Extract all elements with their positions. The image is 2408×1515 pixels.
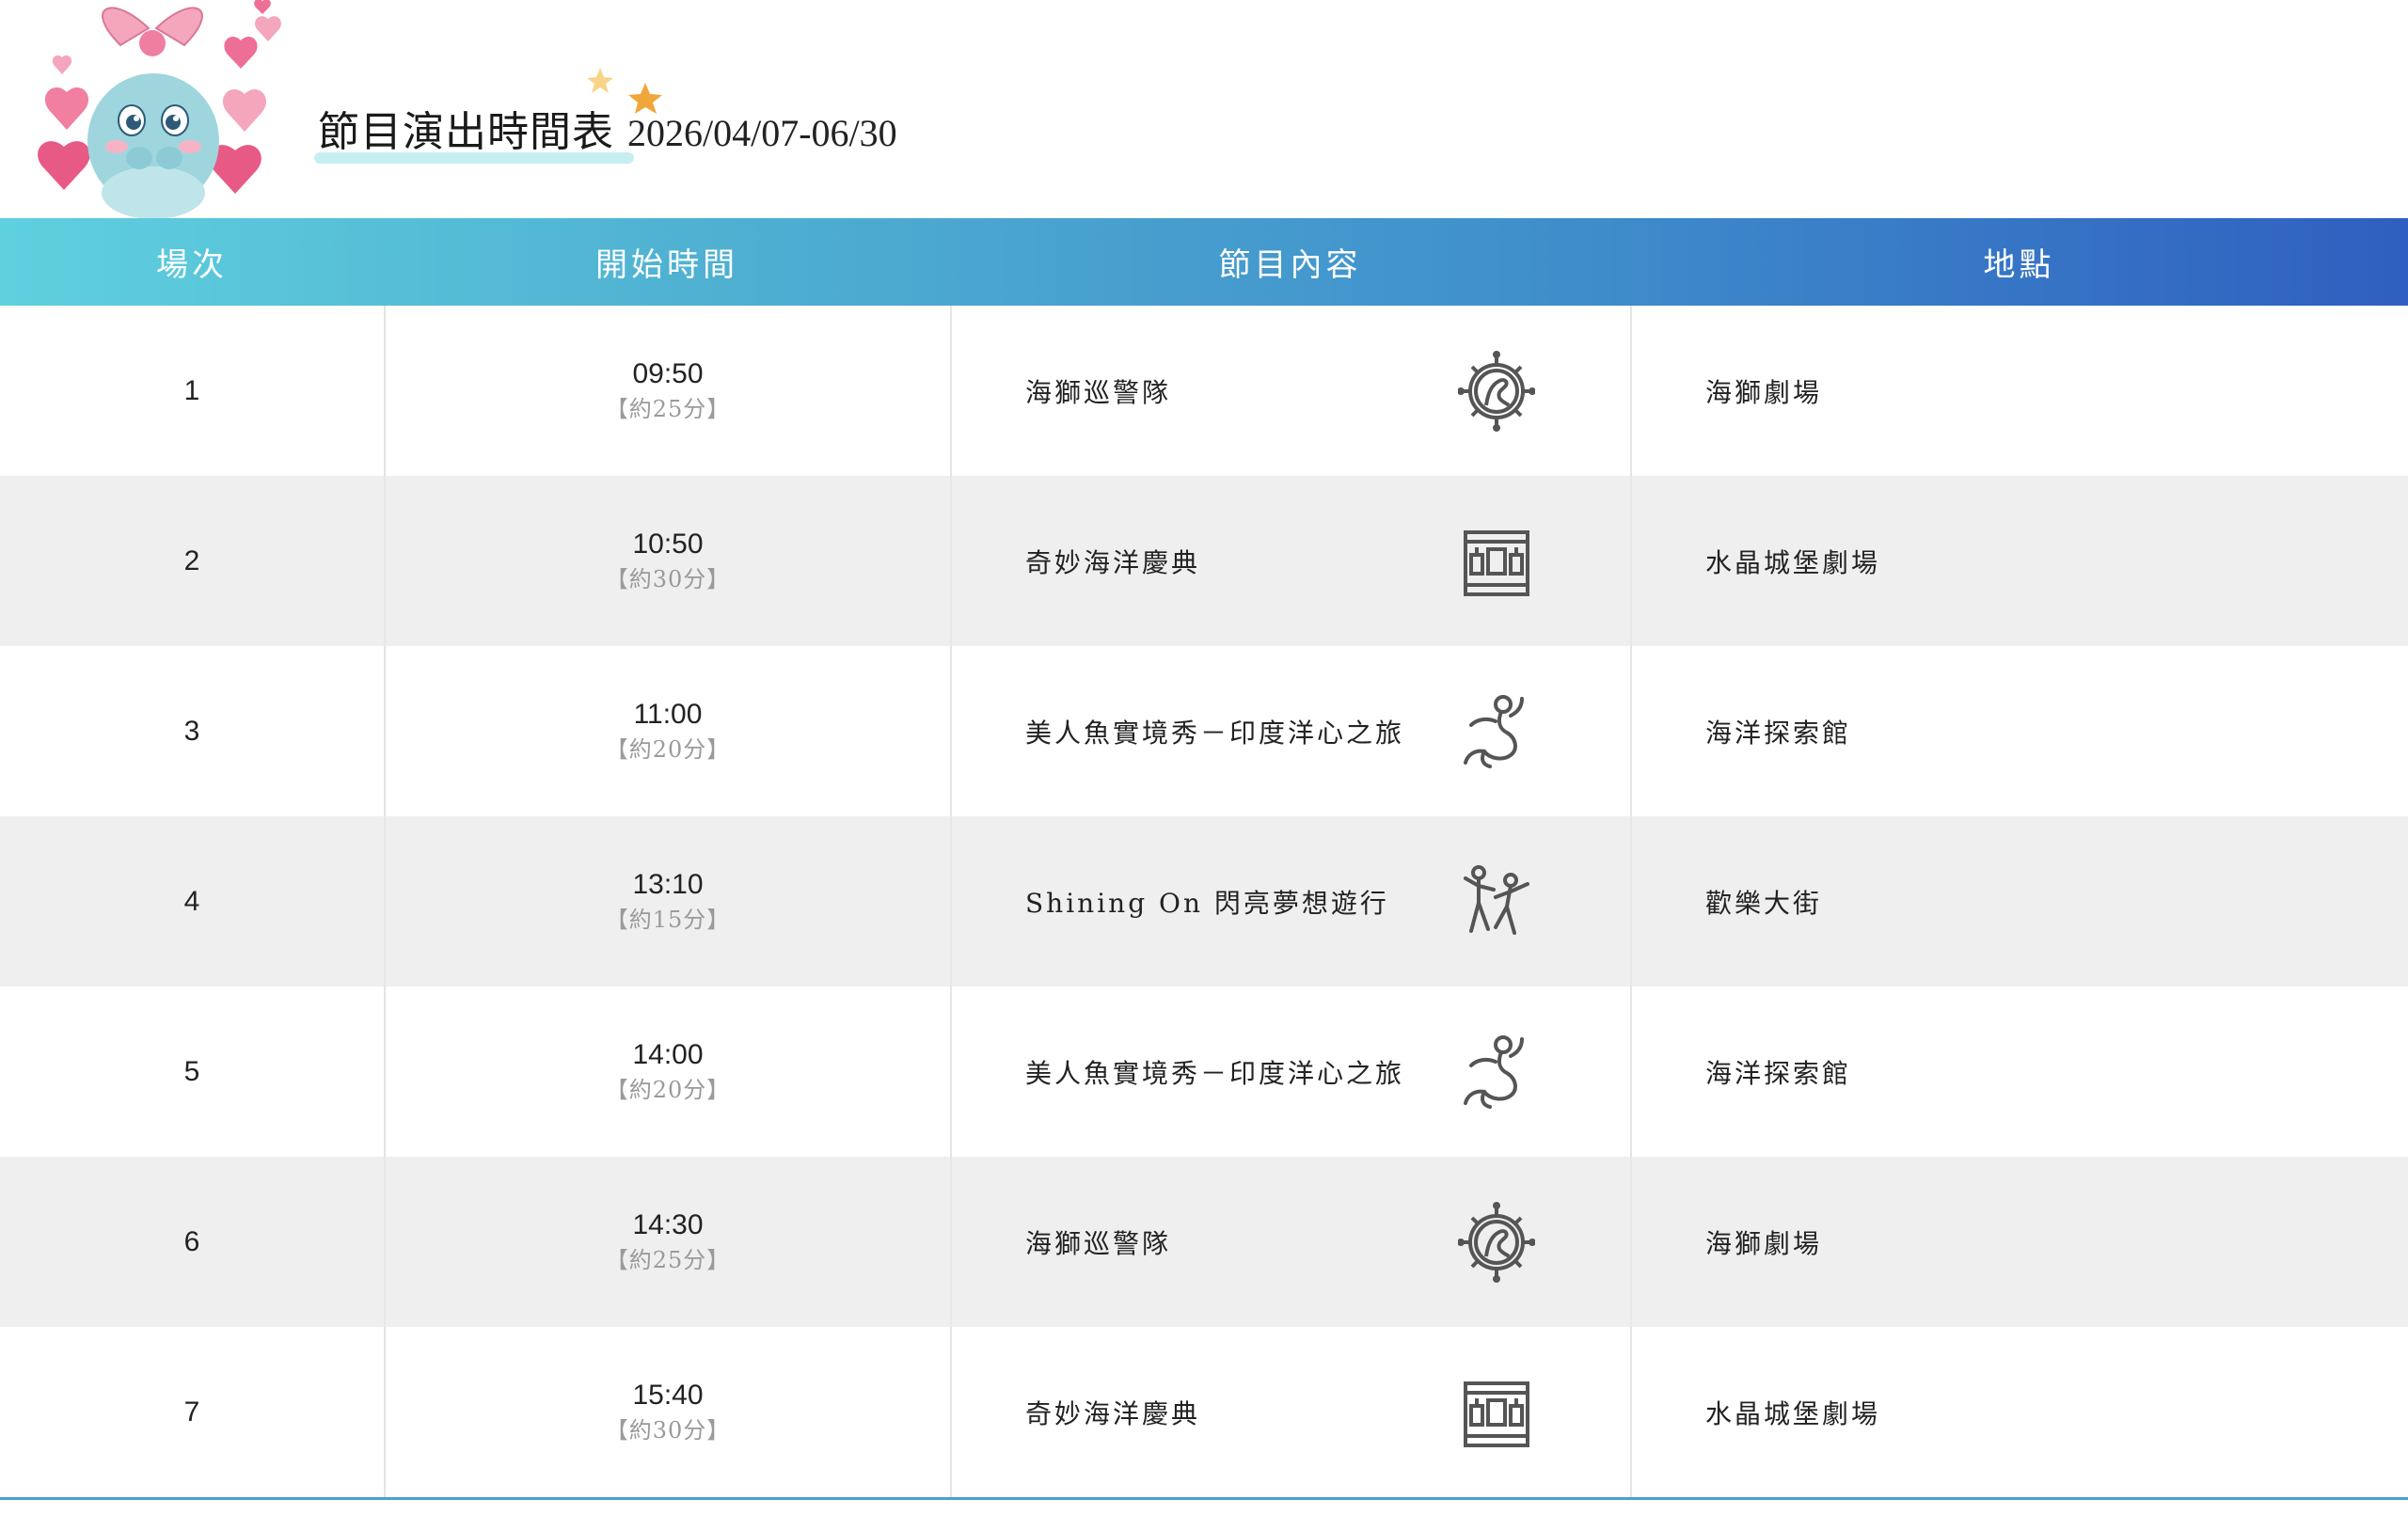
location: 海獅劇場 xyxy=(1630,1157,2408,1327)
session-number: 5 xyxy=(183,1055,200,1087)
table-row: 1 09:50 【約25分】 海獅巡警隊 海獅劇場 xyxy=(0,306,2408,476)
duration: 【約30分】 xyxy=(605,565,731,592)
session-number: 2 xyxy=(183,544,200,576)
program-cell: 美人魚實境秀－印度洋心之旅 xyxy=(950,986,1630,1157)
title-block: 節目演出時間表 2026/04/07-06/30 xyxy=(314,98,897,164)
column-header-session: 場次 xyxy=(156,246,228,284)
session-number: 4 xyxy=(183,885,200,917)
duration: 【約30分】 xyxy=(605,1416,731,1444)
program-cell: 美人魚實境秀－印度洋心之旅 xyxy=(950,646,1630,816)
duration: 【約25分】 xyxy=(605,1246,731,1273)
program-cell: 海獅巡警隊 xyxy=(950,1157,1630,1327)
session-number: 3 xyxy=(183,715,200,747)
table-row: 5 14:00 【約20分】 美人魚實境秀－印度洋心之旅 海洋探索館 xyxy=(0,986,2408,1157)
program-name: 海獅巡警隊 xyxy=(1025,376,1172,408)
program-name: 奇妙海洋慶典 xyxy=(1025,546,1201,578)
date-range: 2026/04/07-06/30 xyxy=(627,112,897,154)
duration: 【約15分】 xyxy=(605,906,731,933)
program-name: 美人魚實境秀－印度洋心之旅 xyxy=(1025,717,1405,749)
mascot-illustration xyxy=(38,0,281,218)
table-row: 4 13:10 【約15分】 Shining On 閃亮夢想遊行 歡樂大街 xyxy=(0,816,2408,986)
page-header: 節目演出時間表 2026/04/07-06/30 xyxy=(0,0,2408,218)
sea-lion-wheel-icon xyxy=(1458,1201,1535,1283)
castle-stage-icon xyxy=(1464,529,1529,596)
start-time-cell: 14:30 【約25分】 xyxy=(384,1157,950,1327)
session-number: 1 xyxy=(183,374,200,406)
location: 海洋探索館 xyxy=(1630,986,2408,1157)
program-cell: 海獅巡警隊 xyxy=(950,306,1630,476)
location: 海獅劇場 xyxy=(1630,306,2408,476)
schedule-table: 場次 開始時間 節目內容 地點 1 09:50 【約25分】 海獅巡警隊 海獅劇… xyxy=(0,218,2408,1500)
location: 歡樂大街 xyxy=(1630,816,2408,986)
mermaid-icon xyxy=(1464,1034,1524,1109)
column-header-start-time: 開始時間 xyxy=(595,246,738,284)
location: 海洋探索館 xyxy=(1630,646,2408,816)
location: 水晶城堡劇場 xyxy=(1630,476,2408,646)
session-number: 6 xyxy=(183,1225,200,1257)
table-row: 6 14:30 【約25分】 海獅巡警隊 海獅劇場 xyxy=(0,1157,2408,1327)
start-time: 14:30 xyxy=(632,1208,704,1240)
start-time: 14:00 xyxy=(632,1038,704,1070)
program-name: 美人魚實境秀－印度洋心之旅 xyxy=(1025,1057,1405,1089)
start-time-cell: 13:10 【約15分】 xyxy=(384,816,950,986)
table-bottom-border xyxy=(0,1497,2408,1500)
table-row: 3 11:00 【約20分】 美人魚實境秀－印度洋心之旅 海洋探索館 xyxy=(0,646,2408,816)
page-title-text: 節目演出時間表 xyxy=(318,108,614,156)
program-name: 海獅巡警隊 xyxy=(1025,1227,1172,1259)
start-time: 11:00 xyxy=(633,698,703,730)
column-header-location: 地點 xyxy=(1983,246,2055,284)
column-header-program: 節目內容 xyxy=(1218,246,1362,284)
program-name: Shining On 閃亮夢想遊行 xyxy=(1025,887,1389,919)
dancers-icon xyxy=(1464,864,1529,935)
castle-stage-icon xyxy=(1464,1381,1529,1447)
program-cell: 奇妙海洋慶典 xyxy=(950,476,1630,646)
table-header: 場次 開始時間 節目內容 地點 xyxy=(0,218,2408,306)
duration: 【約20分】 xyxy=(605,1076,731,1103)
mermaid-icon xyxy=(1464,694,1524,768)
start-time-cell: 14:00 【約20分】 xyxy=(384,986,950,1157)
table-row: 2 10:50 【約30分】 奇妙海洋慶典 水晶城堡劇場 xyxy=(0,476,2408,646)
program-cell: Shining On 閃亮夢想遊行 xyxy=(950,816,1630,986)
page-title: 節目演出時間表 xyxy=(314,98,634,164)
location: 水晶城堡劇場 xyxy=(1630,1327,2408,1497)
start-time: 15:40 xyxy=(632,1379,704,1411)
sea-lion-wheel-icon xyxy=(1458,350,1535,432)
start-time-cell: 10:50 【約30分】 xyxy=(384,476,950,646)
duration: 【約25分】 xyxy=(605,395,731,422)
table-row: 7 15:40 【約30分】 奇妙海洋慶典 水晶城堡劇場 xyxy=(0,1327,2408,1497)
program-name: 奇妙海洋慶典 xyxy=(1025,1397,1201,1429)
start-time: 09:50 xyxy=(632,357,704,389)
start-time-cell: 15:40 【約30分】 xyxy=(384,1327,950,1497)
duration: 【約20分】 xyxy=(605,735,731,763)
start-time: 10:50 xyxy=(632,528,704,560)
session-number: 7 xyxy=(183,1396,200,1428)
start-time-cell: 11:00 【約20分】 xyxy=(384,646,950,816)
start-time: 13:10 xyxy=(632,868,704,900)
program-cell: 奇妙海洋慶典 xyxy=(950,1327,1630,1497)
start-time-cell: 09:50 【約25分】 xyxy=(384,306,950,476)
